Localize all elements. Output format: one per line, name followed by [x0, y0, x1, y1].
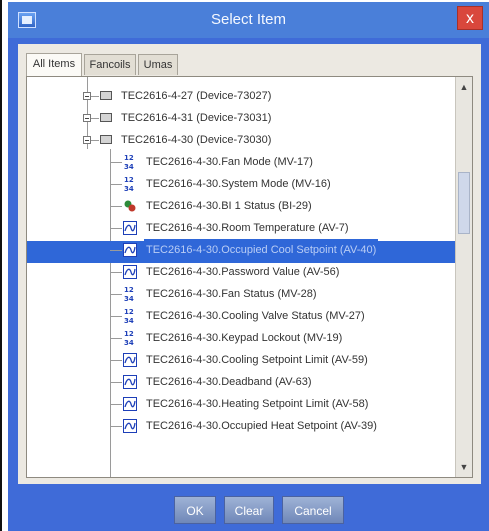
- device-icon: [100, 113, 112, 122]
- tree-device-node[interactable]: TEC2616-4-30 (Device-73030): [27, 129, 455, 151]
- tree-line: [110, 184, 122, 185]
- collapse-node-icon[interactable]: [83, 136, 91, 144]
- tree-node-label: TEC2616-4-30 (Device-73030): [121, 134, 272, 146]
- tree-line: [110, 206, 122, 207]
- svg-text:12: 12: [124, 176, 134, 184]
- tree-node-label: TEC2616-4-30.System Mode (MV-16): [146, 178, 331, 190]
- svg-text:34: 34: [124, 163, 134, 171]
- close-button[interactable]: x: [457, 6, 483, 30]
- tree-node-label: TEC2616-4-30.BI 1 Status (BI-29): [146, 200, 312, 212]
- tree-node-label: TEC2616-4-30.Occupied Heat Setpoint (AV-…: [146, 420, 377, 432]
- svg-text:12: 12: [124, 154, 134, 162]
- multistate-value-icon: 12 34: [123, 153, 137, 171]
- dialog-title: Select Item: [210, 11, 287, 28]
- tree-node-label: TEC2616-4-30.Fan Mode (MV-17): [146, 156, 313, 168]
- tree-node-label: TEC2616-4-30.Cooling Valve Status (MV-27…: [146, 310, 365, 322]
- tree-line: [110, 382, 122, 383]
- tree-node-label: TEC2616-4-30.Cooling Setpoint Limit (AV-…: [146, 354, 368, 366]
- svg-text:12: 12: [124, 308, 134, 316]
- multistate-value-icon: 12 34: [123, 285, 137, 303]
- tree-node-label: TEC2616-4-30.Heating Setpoint Limit (AV-…: [146, 398, 369, 410]
- multistate-value-icon: 12 34: [123, 307, 137, 325]
- tree-point-node[interactable]: 12 34 TEC2616-4-30.Fan Mode (MV-17): [27, 151, 455, 173]
- analog-value-icon: [123, 219, 137, 237]
- tree-line: [110, 228, 122, 229]
- tree-point-node[interactable]: TEC2616-4-30.Room Temperature (AV-7): [27, 217, 455, 239]
- vertical-scrollbar[interactable]: ▲ ▼: [455, 77, 472, 477]
- select-item-dialog: Select Item x All Items Fancoils Umas TE…: [8, 2, 489, 531]
- tree-line: [110, 272, 122, 273]
- tab-umas[interactable]: Umas: [138, 54, 178, 75]
- ok-button[interactable]: OK: [174, 496, 216, 524]
- analog-value-icon: [123, 263, 137, 281]
- analog-value-icon: [123, 351, 137, 369]
- tree-point-node[interactable]: TEC2616-4-30.Heating Setpoint Limit (AV-…: [27, 393, 455, 415]
- analog-value-icon: [123, 417, 137, 435]
- svg-text:34: 34: [124, 185, 134, 193]
- tree-node-label: TEC2616-4-30.Deadband (AV-63): [146, 376, 312, 388]
- tree-point-node[interactable]: 12 34 TEC2616-4-30.System Mode (MV-16): [27, 173, 455, 195]
- svg-text:34: 34: [124, 295, 134, 303]
- tree-line: [110, 162, 122, 163]
- expand-node-icon[interactable]: [83, 92, 91, 100]
- tree-node-label: TEC2616-4-30.Fan Status (MV-28): [146, 288, 317, 300]
- device-icon: [100, 135, 112, 144]
- scroll-thumb[interactable]: [458, 172, 470, 234]
- tree-node-label: TEC2616-4-30.Keypad Lockout (MV-19): [146, 332, 343, 344]
- tree-point-node[interactable]: TEC2616-4-30.Occupied Heat Setpoint (AV-…: [27, 415, 455, 437]
- tab-all-items[interactable]: All Items: [26, 53, 82, 76]
- tree-node-label: TEC2616-4-30.Room Temperature (AV-7): [146, 222, 349, 234]
- clear-button[interactable]: Clear: [224, 496, 274, 524]
- tree-node-label: TEC2616-4-30.Password Value (AV-56): [146, 266, 340, 278]
- svg-text:12: 12: [124, 330, 134, 338]
- cancel-button[interactable]: Cancel: [282, 496, 344, 524]
- dialog-body: All Items Fancoils Umas TEC2616-4-27 (De…: [18, 44, 481, 484]
- tree-device-node[interactable]: TEC2616-4-31 (Device-73031): [27, 107, 455, 129]
- tree-point-node-selected[interactable]: TEC2616-4-30.Occupied Cool Setpoint (AV-…: [27, 239, 455, 261]
- tree-line: [110, 404, 122, 405]
- analog-value-icon: [123, 241, 137, 259]
- tree-point-node[interactable]: 12 34 TEC2616-4-30.Keypad Lockout (MV-19): [27, 327, 455, 349]
- tree-line: [110, 360, 122, 361]
- tree-point-node[interactable]: TEC2616-4-30.Cooling Setpoint Limit (AV-…: [27, 349, 455, 371]
- binary-input-icon: [123, 197, 137, 215]
- tree-point-node[interactable]: TEC2616-4-30.Deadband (AV-63): [27, 371, 455, 393]
- svg-text:12: 12: [124, 286, 134, 294]
- multistate-value-icon: 12 34: [123, 175, 137, 193]
- analog-value-icon: [123, 395, 137, 413]
- analog-value-icon: [123, 373, 137, 391]
- tree-node-label: TEC2616-4-31 (Device-73031): [121, 112, 272, 124]
- tree-line: [110, 316, 122, 317]
- device-icon: [100, 91, 112, 100]
- tree-line: [110, 294, 122, 295]
- item-tree[interactable]: TEC2616-4-27 (Device-73027) TEC2616-4-31 …: [26, 76, 473, 478]
- tree-line: [110, 250, 122, 251]
- svg-text:34: 34: [124, 317, 134, 325]
- tree-point-node[interactable]: 12 34 TEC2616-4-30.Cooling Valve Status (M…: [27, 305, 455, 327]
- scroll-up-arrow-icon[interactable]: ▲: [457, 80, 471, 94]
- tab-fancoils[interactable]: Fancoils: [84, 54, 136, 75]
- title-bar[interactable]: Select Item x: [8, 2, 489, 38]
- tree-line: [110, 426, 122, 427]
- multistate-value-icon: 12 34: [123, 329, 137, 347]
- expand-node-icon[interactable]: [83, 114, 91, 122]
- tree-line: [110, 338, 122, 339]
- tree-point-node[interactable]: TEC2616-4-30.BI 1 Status (BI-29): [27, 195, 455, 217]
- left-edge-divider: [0, 0, 2, 531]
- svg-text:34: 34: [124, 339, 134, 347]
- tree-node-label: TEC2616-4-30.Occupied Cool Setpoint (AV-…: [144, 239, 379, 261]
- tree-point-node[interactable]: 12 34 TEC2616-4-30.Fan Status (MV-28): [27, 283, 455, 305]
- scroll-down-arrow-icon[interactable]: ▼: [457, 460, 471, 474]
- tree-device-node[interactable]: TEC2616-4-27 (Device-73027): [27, 85, 455, 107]
- tree-point-node[interactable]: TEC2616-4-30.Password Value (AV-56): [27, 261, 455, 283]
- tree-node-label: TEC2616-4-27 (Device-73027): [121, 90, 272, 102]
